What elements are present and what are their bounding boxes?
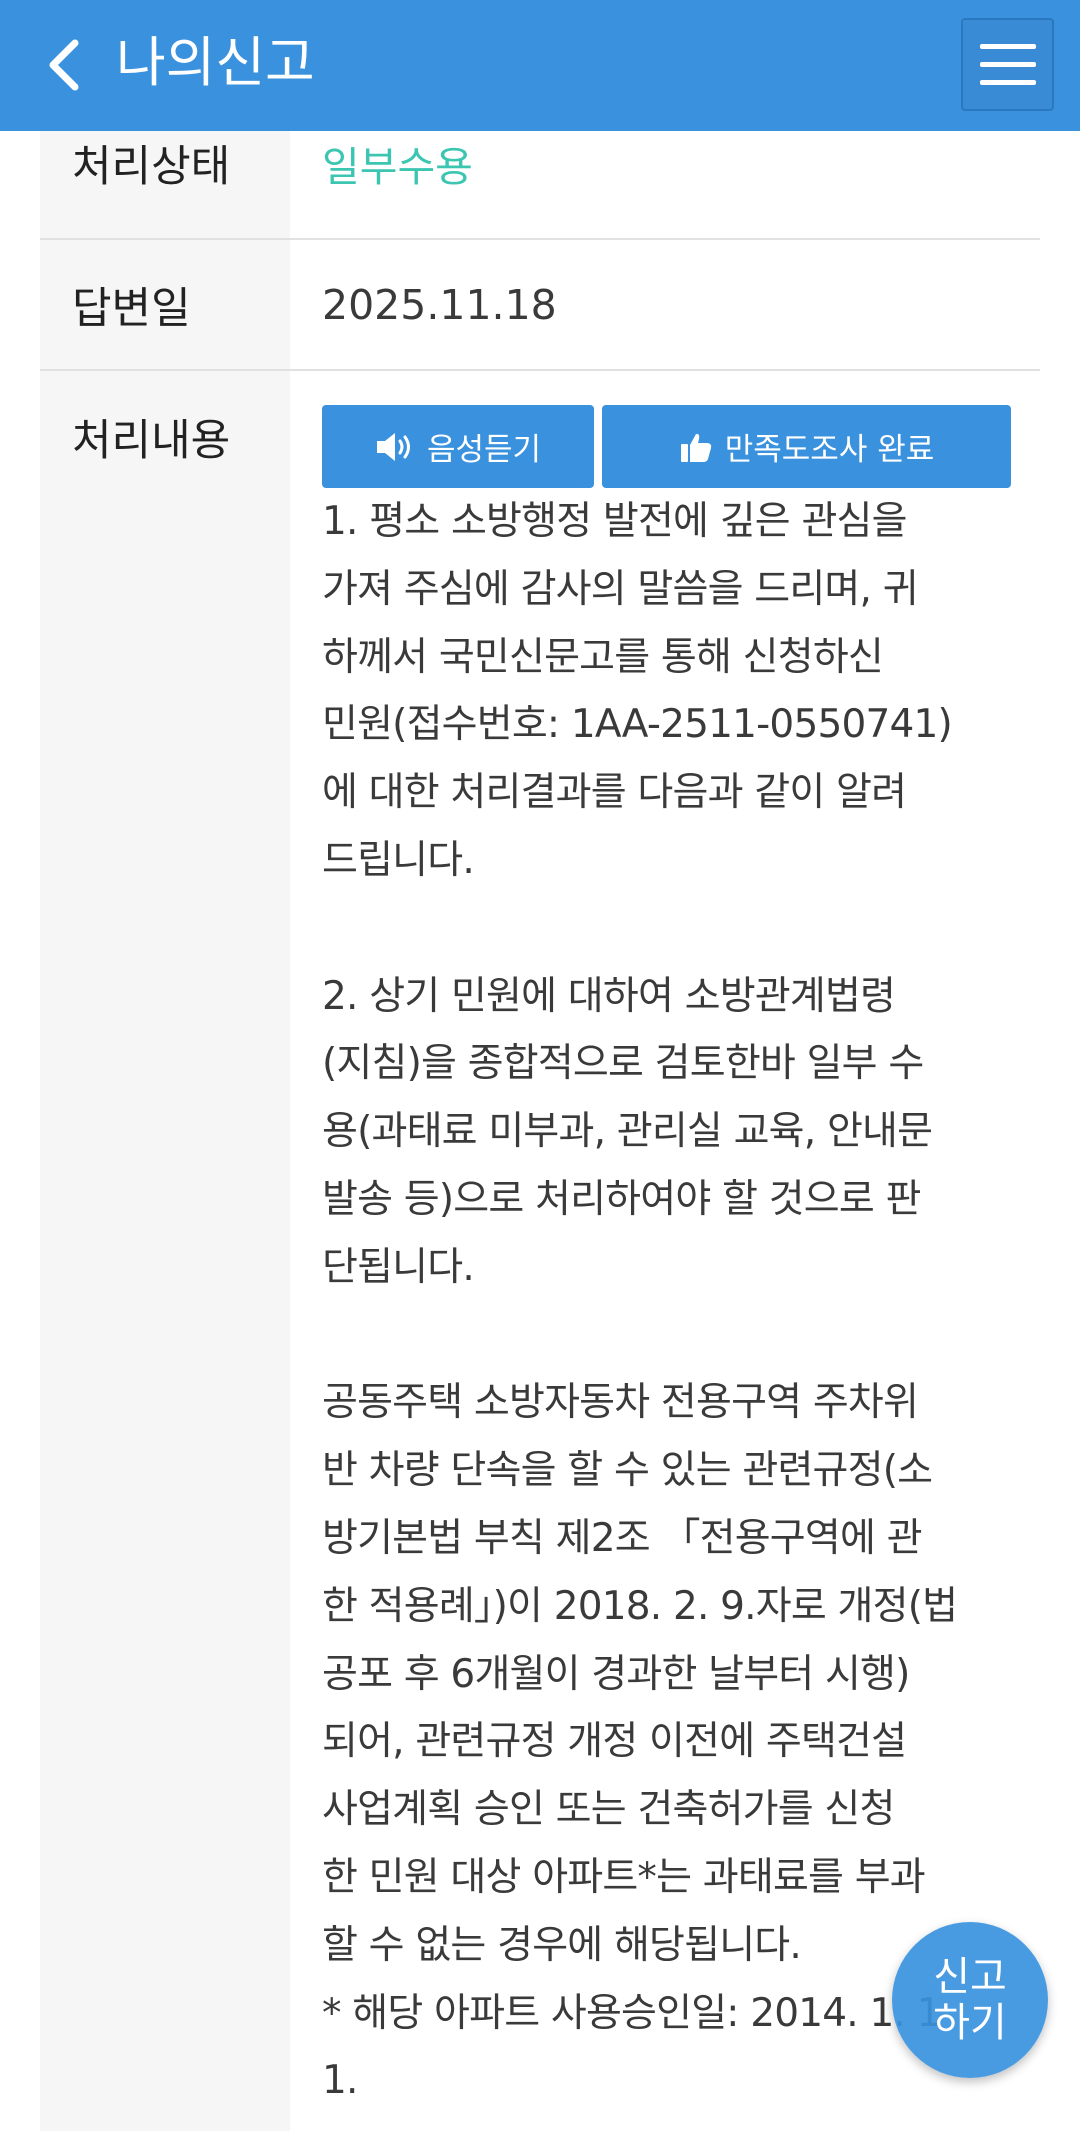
content-cell: 음성듣기 만족도조사 완료 1. 평소 소방행정 발전에 깊은 관심을 가져 주… [290,371,1040,2131]
survey-complete-button[interactable]: 만족도조사 완료 [602,405,1011,488]
voice-listen-label: 음성듣기 [426,432,542,468]
thumbs-up-icon [680,433,711,462]
answer-date-label: 답변일 [40,240,290,369]
content-row: 처리내용 음성듣기 만족도조사 완료 1. 평소 소방행정 발전에 깊은 관심을… [40,371,1040,2131]
status-row: 처리상태 일부수용 [40,131,1040,240]
status-value-cell: 일부수용 [290,131,1040,238]
report-detail-table: 처리상태 일부수용 답변일 2025.11.18 처리내용 음성듣기 만족도조사… [40,131,1040,2131]
status-label: 처리상태 [40,131,290,238]
status-value: 일부수용 [322,143,473,191]
response-text: 1. 평소 소방행정 발전에 깊은 관심을 가져 주심에 감사의 말씀을 드리며… [322,499,958,2104]
hamburger-icon [979,44,1036,49]
answer-date-row: 답변일 2025.11.18 [40,240,1040,371]
fab-label-line2: 하기 [933,2000,1007,2046]
survey-complete-label: 만족도조사 완료 [724,432,935,468]
fab-label-line1: 신고 [933,1954,1007,2000]
answer-date-value: 2025.11.18 [322,280,557,329]
chevron-left-icon [49,39,79,91]
app-header: 나의신고 [0,0,1080,131]
report-fab-button[interactable]: 신고 하기 [892,1922,1048,2078]
page-title: 나의신고 [116,31,315,94]
voice-listen-button[interactable]: 음성듣기 [322,405,594,488]
content-label: 처리내용 [40,371,290,2131]
menu-button[interactable] [961,18,1054,111]
speaker-icon [376,432,410,461]
hamburger-bar [979,62,1036,67]
back-button[interactable] [34,30,94,100]
content-actions: 음성듣기 만족도조사 완료 [322,405,1012,488]
hamburger-bar [979,80,1036,85]
